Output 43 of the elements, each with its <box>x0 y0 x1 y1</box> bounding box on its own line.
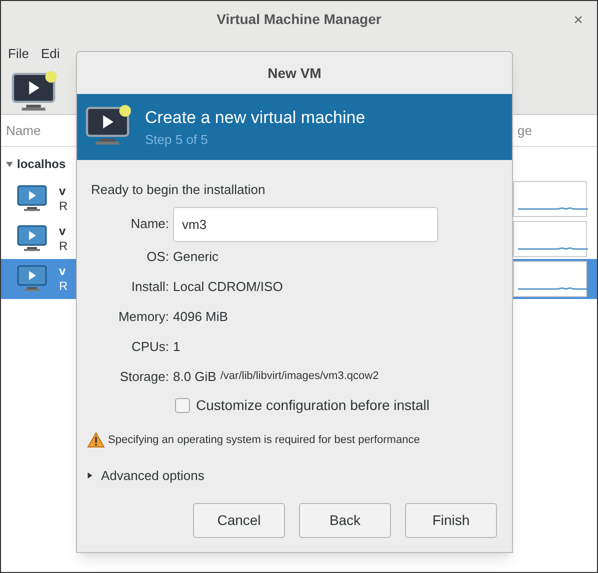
name-field[interactable]: vm3 <box>173 206 438 242</box>
advanced-expander[interactable]: Advanced options <box>87 466 498 486</box>
detail-value: Local CDROM/ISO <box>173 278 283 296</box>
vm-status: R <box>59 199 69 214</box>
section-heading: Ready to begin the installation <box>91 181 266 199</box>
close-button[interactable]: × <box>574 9 583 33</box>
dialog-button[interactable]: Back <box>299 502 391 538</box>
banner-subtitle: Step 5 of 5 <box>145 131 209 149</box>
warning-icon <box>87 432 105 448</box>
detail-value: Generic <box>173 248 219 266</box>
banner-title: Create a new virtual machine <box>145 106 366 128</box>
menu-item[interactable]: Edi <box>40 44 60 64</box>
detail-label: Install: <box>130 278 170 296</box>
detail-label: Storage: <box>118 368 170 386</box>
warning-text: Specifying an operating system is required for best performance <box>108 432 420 448</box>
host-label: localhos <box>17 156 66 173</box>
dialog-button[interactable]: Finish <box>405 502 497 538</box>
column-heading[interactable]: Name <box>6 120 41 140</box>
window-title: Virtual Machine Manager <box>216 10 382 29</box>
customize-checkbox[interactable]: Customize configuration before install <box>175 392 498 420</box>
monitor-icon <box>17 184 49 214</box>
vm-name: v <box>59 184 67 199</box>
detail-label: CPUs: <box>130 338 170 356</box>
menu-item[interactable]: File <box>8 44 29 64</box>
monitor-icon <box>17 264 49 294</box>
advanced-label[interactable]: Advanced options <box>101 466 204 486</box>
dialog-button[interactable]: Cancel <box>193 502 285 538</box>
storage-path: /var/lib/libvirt/images/vm3.qcow2 <box>220 369 379 384</box>
expander-icon[interactable] <box>87 472 93 480</box>
monitor-icon <box>17 224 49 254</box>
vm-name: v <box>59 264 67 279</box>
detail-label: Memory: <box>117 308 170 326</box>
detail-label: OS: <box>146 248 170 266</box>
vm-status: R <box>59 279 69 294</box>
detail-value: 4096 MiB <box>173 308 228 326</box>
detail-value: 8.0 GiB <box>173 368 216 386</box>
column-heading[interactable]: ge <box>518 120 532 140</box>
dialog-title: New VM <box>268 64 322 82</box>
field-label: Name: <box>130 215 170 234</box>
detail-value: 1 <box>173 338 180 356</box>
vm-status: R <box>59 239 69 254</box>
checkbox[interactable] <box>175 398 190 413</box>
vm-name: v <box>59 224 67 239</box>
